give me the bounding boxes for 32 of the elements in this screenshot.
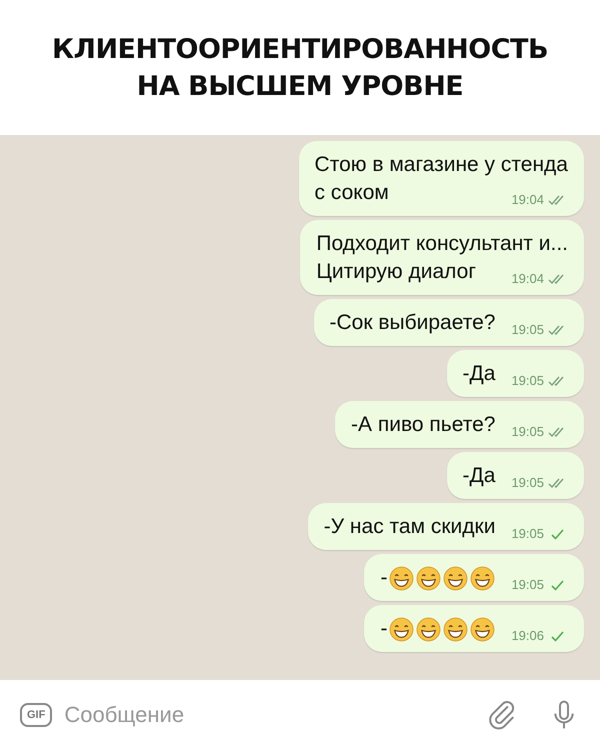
message-time: 19:05 — [511, 475, 544, 490]
message-time: 19:04 — [511, 271, 544, 286]
message-time: 19:06 — [511, 628, 544, 643]
grin-emoji-icon — [416, 616, 442, 642]
message-time: 19:05 — [511, 322, 544, 337]
message-time: 19:05 — [511, 526, 544, 541]
grin-emoji-icon — [416, 566, 442, 590]
message-time: 19:05 — [511, 577, 544, 592]
message-text: -А пиво пьете? — [351, 412, 496, 438]
message-time: 19:05 — [511, 373, 544, 388]
message-text: Стою в магазине у стенда — [314, 152, 568, 178]
message-text: Цитирую диалог — [316, 259, 476, 285]
grin-emoji-icon — [389, 616, 414, 642]
message-text: Подходит консультант и... — [316, 231, 568, 257]
gif-button[interactable]: GIF — [20, 703, 52, 727]
message-text: -Да — [462, 361, 496, 387]
grin-emoji-icon — [443, 566, 468, 590]
grin-emoji-icon — [443, 616, 468, 642]
caption-text: КЛИЕНТООРИЕНТИРОВАННОСТЬ — [52, 34, 548, 64]
message-time: 19:04 — [511, 192, 544, 207]
message-text: - — [380, 565, 388, 591]
message-text: -Сок выбираете? — [330, 310, 496, 336]
caption-text: НА ВЫСШЕМ УРОВНЕ — [136, 70, 464, 102]
message-text: с соком — [314, 180, 389, 206]
message-input[interactable]: Сообщение — [62, 701, 456, 729]
message-text: -Да — [462, 463, 496, 489]
message-text: -У нас там скидки — [324, 514, 496, 540]
grin-emoji-icon — [470, 616, 496, 642]
message-time: 19:05 — [511, 424, 544, 439]
message-text: - — [380, 616, 388, 642]
grin-emoji-icon — [389, 566, 414, 590]
grin-emoji-icon — [470, 566, 496, 590]
